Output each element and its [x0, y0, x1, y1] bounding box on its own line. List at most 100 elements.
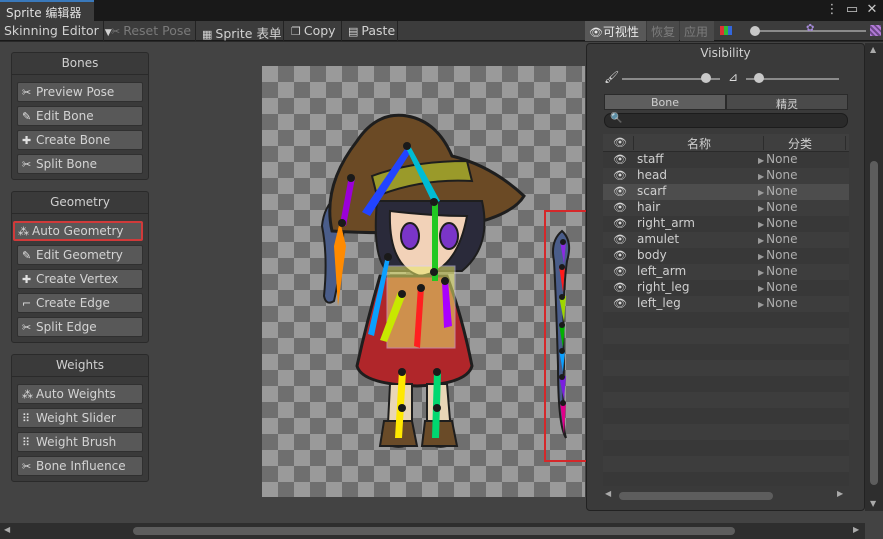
auto-geometry-label: Auto Geometry	[32, 224, 124, 238]
eye-icon[interactable]: 👁	[613, 265, 627, 278]
kebab-menu-icon[interactable]: ⋮	[825, 2, 839, 17]
right-boot	[420, 420, 459, 447]
copy-button[interactable]: ❐ Copy	[287, 21, 342, 41]
split-edge-button[interactable]: ✂ Split Edge	[17, 317, 143, 337]
header-name[interactable]: 名称	[687, 135, 711, 152]
list-item[interactable]: 👁 head ▶ None	[603, 168, 849, 184]
bone-category[interactable]: ▶ None	[758, 232, 797, 246]
visibility-toggle[interactable]: 👁可视性	[585, 21, 646, 41]
bone-category-label: None	[766, 296, 798, 310]
split-bone-icon: ✂	[22, 158, 32, 171]
bone-opacity-slider[interactable]	[622, 70, 720, 86]
auto-weights-button[interactable]: ⁂ Auto Weights	[17, 384, 143, 404]
bone-category[interactable]: ▶ None	[758, 152, 797, 166]
eye-icon[interactable]: 👁	[613, 233, 627, 246]
slider-knob[interactable]	[750, 26, 760, 36]
scroll-right-icon[interactable]: ▶	[853, 525, 859, 534]
edit-geometry-button[interactable]: ✎ Edit Geometry	[17, 245, 143, 265]
bone-category[interactable]: ▶ None	[758, 216, 797, 230]
create-vertex-icon: ✚	[22, 273, 32, 286]
vertical-scrollbar[interactable]: ▲ ▼	[865, 43, 883, 511]
eye-icon[interactable]: 👁	[613, 169, 627, 182]
weight-slider-icon: ⠿	[22, 412, 31, 425]
visibility-scroll-thumb[interactable]	[619, 492, 773, 500]
eye-icon[interactable]: 👁	[613, 249, 627, 262]
eye-icon[interactable]: 👁	[613, 185, 627, 198]
list-item[interactable]: 👁 right_leg ▶ None	[603, 280, 849, 296]
expand-icon: ▶	[758, 268, 765, 277]
preview-pose-button[interactable]: ✂ Preview Pose	[17, 82, 143, 102]
scroll-right-icon[interactable]: ▶	[837, 489, 843, 498]
bone-influence-button[interactable]: ✂ Bone Influence	[17, 456, 143, 476]
paste-button[interactable]: ▤ Paste	[344, 21, 398, 41]
scroll-left-icon[interactable]: ◀	[605, 489, 611, 498]
bone-name: head	[637, 168, 667, 182]
visibility-horizontal-scrollbar[interactable]: ◀ ▶	[603, 489, 849, 502]
bone-opacity-knob[interactable]	[701, 73, 712, 83]
reset-pose-button[interactable]: ✂ Reset Pose	[107, 21, 196, 41]
bone-category[interactable]: ▶ None	[758, 264, 797, 278]
header-category[interactable]: 分类	[788, 135, 812, 152]
sprite-table-button[interactable]: ▦ Sprite 表单	[198, 21, 284, 41]
weight-slider-button[interactable]: ⠿ Weight Slider	[17, 408, 143, 428]
toolbar-opacity-slider[interactable]: ✿	[748, 21, 868, 41]
window-tab[interactable]: Sprite 编辑器	[0, 0, 94, 21]
vertical-scroll-thumb[interactable]	[870, 161, 878, 485]
auto-geometry-button[interactable]: ⁂ Auto Geometry	[13, 221, 143, 241]
list-item[interactable]: 👁 right_arm ▶ None	[603, 216, 849, 232]
auto-weights-label: Auto Weights	[36, 387, 116, 401]
list-item[interactable]: 👁 body ▶ None	[603, 248, 849, 264]
visibility-title: Visibility	[700, 46, 751, 60]
create-edge-button[interactable]: ⌐ Create Edge	[17, 293, 143, 313]
header-eye-icon[interactable]: 👁	[613, 136, 627, 149]
sprite-opacity-knob[interactable]	[754, 73, 765, 83]
sprite-opacity-slider[interactable]	[746, 70, 839, 86]
scroll-up-icon[interactable]: ▲	[870, 45, 876, 54]
create-bone-button[interactable]: ✚ Create Bone	[17, 130, 143, 150]
list-item[interactable]: 👁 staff ▶ None	[603, 152, 849, 168]
scroll-left-icon[interactable]: ◀	[4, 525, 10, 534]
color-mode-button[interactable]	[716, 21, 742, 41]
eye-icon[interactable]: 👁	[613, 201, 627, 214]
bone-category[interactable]: ▶ None	[758, 296, 797, 310]
empty-row	[603, 408, 849, 424]
bone-category-label: None	[766, 280, 798, 294]
scroll-down-icon[interactable]: ▼	[870, 499, 876, 508]
visibility-search-input[interactable]: 🔍	[604, 113, 848, 128]
bone-category[interactable]: ▶ None	[758, 168, 797, 182]
horizontal-scrollbar[interactable]: ◀ ▶	[0, 523, 865, 539]
edit-bone-button[interactable]: ✎ Edit Bone	[17, 106, 143, 126]
bone-category[interactable]: ▶ None	[758, 184, 797, 198]
apply-button[interactable]: 应用	[680, 21, 714, 41]
weight-brush-button[interactable]: ⠿ Weight Brush	[17, 432, 143, 452]
bone-category[interactable]: ▶ None	[758, 248, 797, 262]
bone-category[interactable]: ▶ None	[758, 280, 797, 294]
preview-pose-label: Preview Pose	[36, 85, 115, 99]
empty-row	[603, 392, 849, 408]
eye-icon[interactable]: 👁	[613, 217, 627, 230]
list-item[interactable]: 👁 left_arm ▶ None	[603, 264, 849, 280]
list-item[interactable]: 👁 hair ▶ None	[603, 200, 849, 216]
restore-button[interactable]: 恢复	[647, 21, 679, 41]
mode-dropdown[interactable]: Skinning Editor ▼	[0, 21, 112, 41]
list-item[interactable]: 👁 scarf ▶ None	[603, 184, 849, 200]
geometry-panel: Geometry ⁂ Auto Geometry ✎ Edit Geometry ✚…	[11, 191, 149, 343]
eye-icon[interactable]: 👁	[613, 297, 627, 310]
eye-icon[interactable]: 👁	[613, 281, 627, 294]
list-item[interactable]: 👁 amulet ▶ None	[603, 232, 849, 248]
create-edge-icon: ⌐	[22, 297, 32, 310]
list-item[interactable]: 👁 left_leg ▶ None	[603, 296, 849, 312]
tab-sprite[interactable]: 精灵	[726, 94, 848, 111]
create-vertex-button[interactable]: ✚ Create Vertex	[17, 269, 143, 289]
character-sprite[interactable]	[262, 66, 585, 497]
close-icon[interactable]: ✕	[865, 2, 879, 17]
eye-icon[interactable]: 👁	[613, 153, 627, 166]
tab-bone[interactable]: Bone	[604, 94, 726, 110]
horizontal-scroll-thumb[interactable]	[133, 527, 735, 535]
bone-category[interactable]: ▶ None	[758, 200, 797, 214]
split-bone-button[interactable]: ✂ Split Bone	[17, 154, 143, 174]
checker-icon[interactable]	[870, 25, 881, 36]
reset-pose-label: Reset Pose	[123, 23, 192, 38]
auto-weights-icon: ⁂	[22, 388, 33, 401]
maximize-icon[interactable]: ▭	[845, 2, 859, 17]
